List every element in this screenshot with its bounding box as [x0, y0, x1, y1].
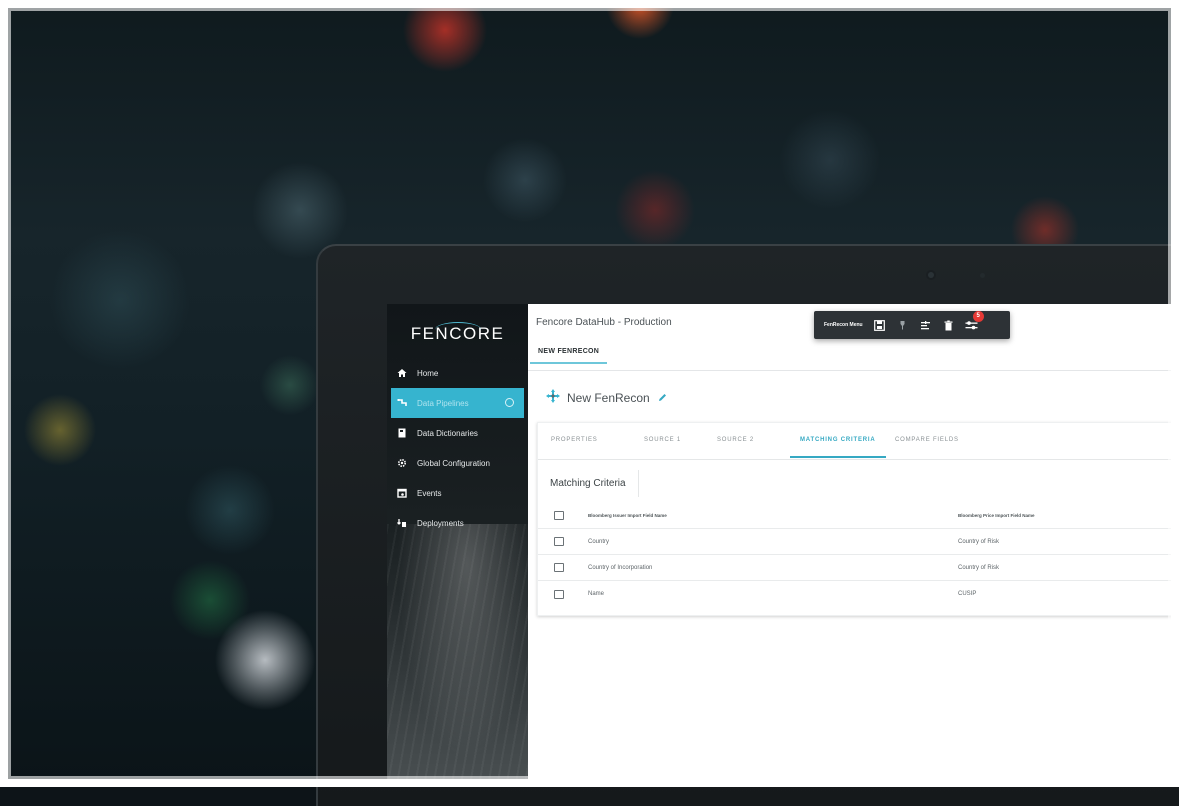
- recon-header: New FenRecon: [528, 378, 1179, 418]
- sidebar-item-label: Data Pipelines: [417, 398, 469, 408]
- matching-grid: Bloomberg Issuer Import Field Name Bloom…: [538, 503, 1179, 607]
- sidebar-item-global-configuration[interactable]: Global Configuration: [387, 448, 528, 478]
- fenrecon-menu-toolbar: FenRecon Menu 5: [814, 310, 1010, 339]
- tab-matching-criteria[interactable]: MATCHING CRITERIA: [800, 437, 875, 443]
- tab-properties[interactable]: PROPERTIES: [551, 437, 598, 443]
- table-cell: Name: [588, 591, 605, 597]
- table-cell: Country of Risk: [958, 538, 1000, 545]
- calendar-icon: [397, 488, 407, 498]
- sidebar: FENCORE Home Data Pipelines Data Diction…: [387, 304, 528, 787]
- webcam-icon: [928, 272, 934, 278]
- tab-source-1[interactable]: SOURCE 1: [644, 437, 681, 443]
- settings-icon[interactable]: 5: [965, 310, 984, 332]
- row-checkbox[interactable]: [554, 563, 564, 572]
- laptop-screen: FENCORE Home Data Pipelines Data Diction…: [387, 304, 1179, 787]
- deploy-icon: [397, 518, 407, 528]
- sidebar-item-label: Global Configuration: [417, 458, 490, 468]
- table-cell: Country of Incorporation: [588, 564, 653, 571]
- gear-icon: [397, 458, 407, 468]
- refresh-icon[interactable]: [505, 398, 514, 407]
- main-content: Fencore DataHub - Production NEW FENRECO…: [528, 304, 1179, 787]
- light-sensor: [980, 273, 985, 278]
- sidebar-item-data-pipelines[interactable]: Data Pipelines: [391, 388, 524, 418]
- book-icon: [397, 428, 407, 438]
- select-all-checkbox[interactable]: [554, 511, 564, 520]
- edit-pencil-icon[interactable]: [658, 389, 667, 407]
- tab-compare-fields[interactable]: COMPARE FIELDS: [895, 437, 959, 443]
- sidebar-item-events[interactable]: Events: [387, 478, 528, 508]
- tab-source-2[interactable]: SOURCE 2: [717, 437, 754, 443]
- grid-header-row: Bloomberg Issuer Import Field Name Bloom…: [538, 503, 1179, 529]
- column-header[interactable]: Bloomberg Price Import Field Name: [958, 513, 1035, 518]
- recon-title: New FenRecon: [567, 391, 650, 405]
- delete-icon[interactable]: [942, 319, 955, 332]
- sidebar-item-home[interactable]: Home: [387, 358, 528, 388]
- home-icon: [397, 368, 407, 378]
- sidebar-item-label: Events: [417, 488, 442, 498]
- section-title: Matching Criteria: [540, 470, 639, 497]
- table-cell: Country of Risk: [958, 564, 1000, 571]
- table-row[interactable]: Name CUSIP: [538, 581, 1179, 607]
- table-row[interactable]: Country Country of Risk: [538, 529, 1179, 555]
- table-row[interactable]: Country of Incorporation Country of Risk: [538, 555, 1179, 581]
- pipeline-icon: [397, 398, 407, 408]
- top-bar: Fencore DataHub - Production NEW FENRECO…: [528, 304, 1179, 371]
- sidebar-nav: Home Data Pipelines Data Dictionaries Gl…: [387, 358, 528, 538]
- sidebar-item-label: Data Dictionaries: [417, 428, 478, 438]
- sidebar-item-data-dictionaries[interactable]: Data Dictionaries: [387, 418, 528, 448]
- sidebar-item-label: Deployments: [417, 518, 464, 528]
- row-checkbox[interactable]: [554, 537, 564, 546]
- filter-icon[interactable]: [896, 319, 909, 332]
- tab-bar: PROPERTIES SOURCE 1 SOURCE 2 MATCHING CR…: [538, 423, 1179, 460]
- matching-card: PROPERTIES SOURCE 1 SOURCE 2 MATCHING CR…: [537, 422, 1179, 616]
- row-checkbox[interactable]: [554, 589, 564, 599]
- table-cell: CUSIP: [958, 591, 977, 597]
- table-cell: Country: [588, 538, 610, 545]
- tab-new-fenrecon[interactable]: NEW FENRECON: [530, 348, 608, 364]
- sidebar-background-image: [387, 524, 528, 787]
- save-icon[interactable]: [873, 319, 886, 332]
- app-title: Fencore DataHub - Production: [536, 317, 672, 328]
- active-tab-indicator: [790, 456, 886, 458]
- sidebar-item-label: Home: [417, 368, 439, 378]
- sort-icon[interactable]: [919, 319, 932, 332]
- toolbar-label: FenRecon Menu: [824, 322, 863, 328]
- notification-badge: 5: [972, 310, 984, 322]
- fencore-logo[interactable]: FENCORE: [387, 304, 528, 364]
- column-header[interactable]: Bloomberg Issuer Import Field Name: [588, 513, 667, 518]
- logo-arc: [435, 322, 481, 337]
- move-icon[interactable]: [545, 388, 561, 409]
- sidebar-item-deployments[interactable]: Deployments: [387, 508, 528, 538]
